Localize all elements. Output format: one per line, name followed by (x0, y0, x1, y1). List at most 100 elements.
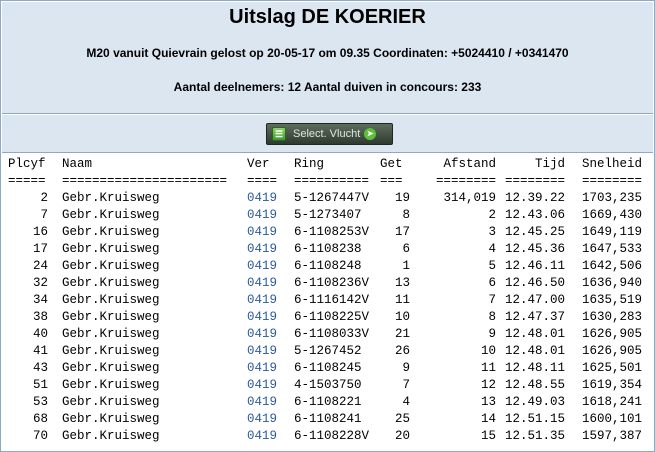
cell-tijd: 12.45.36 (504, 242, 565, 256)
cell-ring: 6-1108033V (294, 327, 370, 341)
cell-tijd: 12.46.11 (504, 259, 565, 273)
cell-get: 13 (394, 276, 410, 290)
results-page: Uitslag DE KOERIER M20 vanuit Quievrain … (0, 0, 655, 452)
cell-snelheid: 1642,506 (581, 259, 642, 273)
cell-ring: 5-1267452 (294, 344, 362, 358)
cell-naam: Gebr.Kruisweg (62, 395, 160, 409)
cell-tijd: 12.47.37 (504, 310, 565, 324)
cell-naam: Gebr.Kruisweg (62, 310, 160, 324)
cell-ver: 0419 (247, 327, 278, 341)
cell-tijd: 12.48.55 (504, 378, 565, 392)
table-header-row: Plcyf Naam Ver Ring Get Afstand Tijd Snelheid (2, 156, 653, 173)
table-row: 41 Gebr.Kruisweg 0419 5-1267452 26 10 12.48.01… (2, 343, 653, 360)
cell-ver: 0419 (247, 395, 278, 409)
cell-get: 9 (402, 361, 410, 375)
cell-ring: 5-1273407 (294, 208, 362, 222)
table-row: 34 Gebr.Kruisweg 0419 6-1116142V 11 7 12.47.00… (2, 292, 653, 309)
table-row: 53 Gebr.Kruisweg 0419 6-1108221 4 13 12.49.03 1… (2, 394, 653, 411)
cell-naam: Gebr.Kruisweg (62, 276, 160, 290)
cell-plcyf: 16 (32, 225, 48, 239)
cell-afstand: 5 (488, 259, 496, 273)
cell-afstand: 4 (488, 242, 496, 256)
cell-tijd: 12.49.03 (504, 395, 565, 409)
cell-tijd: 12.51.15 (504, 412, 565, 426)
column-header-plcyf: Plcyf (8, 157, 46, 171)
column-header-ring: Ring (294, 157, 325, 171)
cell-afstand: 6 (488, 276, 496, 290)
cell-ver: 0419 (247, 293, 278, 307)
cell-plcyf: 53 (32, 395, 48, 409)
cell-tijd: 12.39.22 (504, 191, 565, 205)
cell-tijd: 12.47.00 (504, 293, 565, 307)
cell-naam: Gebr.Kruisweg (62, 191, 160, 205)
cell-plcyf: 24 (32, 259, 48, 273)
cell-ring: 5-1267447V (294, 191, 370, 205)
cell-snelheid: 1647,533 (581, 242, 642, 256)
cell-afstand: 13 (480, 395, 496, 409)
cell-plcyf: 17 (32, 242, 48, 256)
cell-afstand: 8 (488, 310, 496, 324)
cell-snelheid: 1597,387 (581, 429, 642, 443)
cell-afstand: 9 (488, 327, 496, 341)
cell-ver: 0419 (247, 259, 278, 273)
cell-tijd: 12.48.01 (504, 344, 565, 358)
cell-naam: Gebr.Kruisweg (62, 344, 160, 358)
cell-ring: 6-1116142V (294, 293, 370, 307)
cell-tijd: 12.43.06 (504, 208, 565, 222)
table-row: 24 Gebr.Kruisweg 0419 6-1108248 1 5 12.46.11 16… (2, 258, 653, 275)
cell-plcyf: 43 (32, 361, 48, 375)
cell-naam: Gebr.Kruisweg (62, 225, 160, 239)
cell-plcyf: 40 (32, 327, 48, 341)
table-underline-row: ===== ====================== ==== =========… (2, 173, 653, 190)
cell-tijd: 12.51.35 (504, 429, 565, 443)
column-underline-ring: ========== (294, 174, 370, 188)
cell-plcyf: 70 (32, 429, 48, 443)
arrow-right-icon: ➤ (364, 128, 377, 140)
cell-ver: 0419 (247, 276, 278, 290)
cell-ring: 6-1108221 (294, 395, 362, 409)
cell-get: 8 (402, 208, 410, 222)
column-header-get: Get (380, 157, 403, 171)
table-row: 16 Gebr.Kruisweg 0419 6-1108253V 17 3 12.45.25… (2, 224, 653, 241)
cell-plcyf: 7 (40, 208, 48, 222)
cell-naam: Gebr.Kruisweg (62, 429, 160, 443)
cell-plcyf: 68 (32, 412, 48, 426)
cell-ring: 4-1503750 (294, 378, 362, 392)
cell-get: 1 (402, 259, 410, 273)
cell-naam: Gebr.Kruisweg (62, 378, 160, 392)
cell-naam: Gebr.Kruisweg (62, 293, 160, 307)
cell-ver: 0419 (247, 412, 278, 426)
flight-info: M20 vanuit Quievrain gelost op 20-05-17 … (86, 46, 569, 60)
cell-tijd: 12.45.25 (504, 225, 565, 239)
select-flight-button[interactable]: ☰ Select. Vlucht ➤ (266, 123, 393, 145)
cell-get: 26 (394, 344, 410, 358)
cell-ver: 0419 (247, 429, 278, 443)
cell-get: 7 (402, 378, 410, 392)
cell-get: 19 (394, 191, 410, 205)
table-row: 68 Gebr.Kruisweg 0419 6-1108241 25 14 12.51.15… (2, 411, 653, 428)
cell-ring: 6-1108241 (294, 412, 362, 426)
cell-plcyf: 51 (32, 378, 48, 392)
cell-get: 11 (394, 293, 410, 307)
column-header-ver: Ver (247, 157, 270, 171)
column-underline-ver: ==== (247, 174, 278, 188)
cell-get: 21 (394, 327, 410, 341)
cell-afstand: 10 (480, 344, 496, 358)
cell-plcyf: 41 (32, 344, 48, 358)
table-row: 40 Gebr.Kruisweg 0419 6-1108033V 21 9 12.48.01… (2, 326, 653, 343)
cell-plcyf: 34 (32, 293, 48, 307)
cell-ring: 6-1108238 (294, 242, 362, 256)
cell-afstand: 15 (480, 429, 496, 443)
page-title: Uitslag DE KOERIER (229, 6, 426, 28)
cell-ring: 6-1108236V (294, 276, 370, 290)
cell-ver: 0419 (247, 208, 278, 222)
cell-snelheid: 1625,501 (581, 361, 642, 375)
cell-get: 10 (394, 310, 410, 324)
cell-naam: Gebr.Kruisweg (62, 208, 160, 222)
cell-ver: 0419 (247, 242, 278, 256)
cell-afstand: 7 (488, 293, 496, 307)
cell-snelheid: 1630,283 (581, 310, 642, 324)
cell-ver: 0419 (247, 361, 278, 375)
cell-ver: 0419 (247, 344, 278, 358)
cell-ring: 6-1108248 (294, 259, 362, 273)
